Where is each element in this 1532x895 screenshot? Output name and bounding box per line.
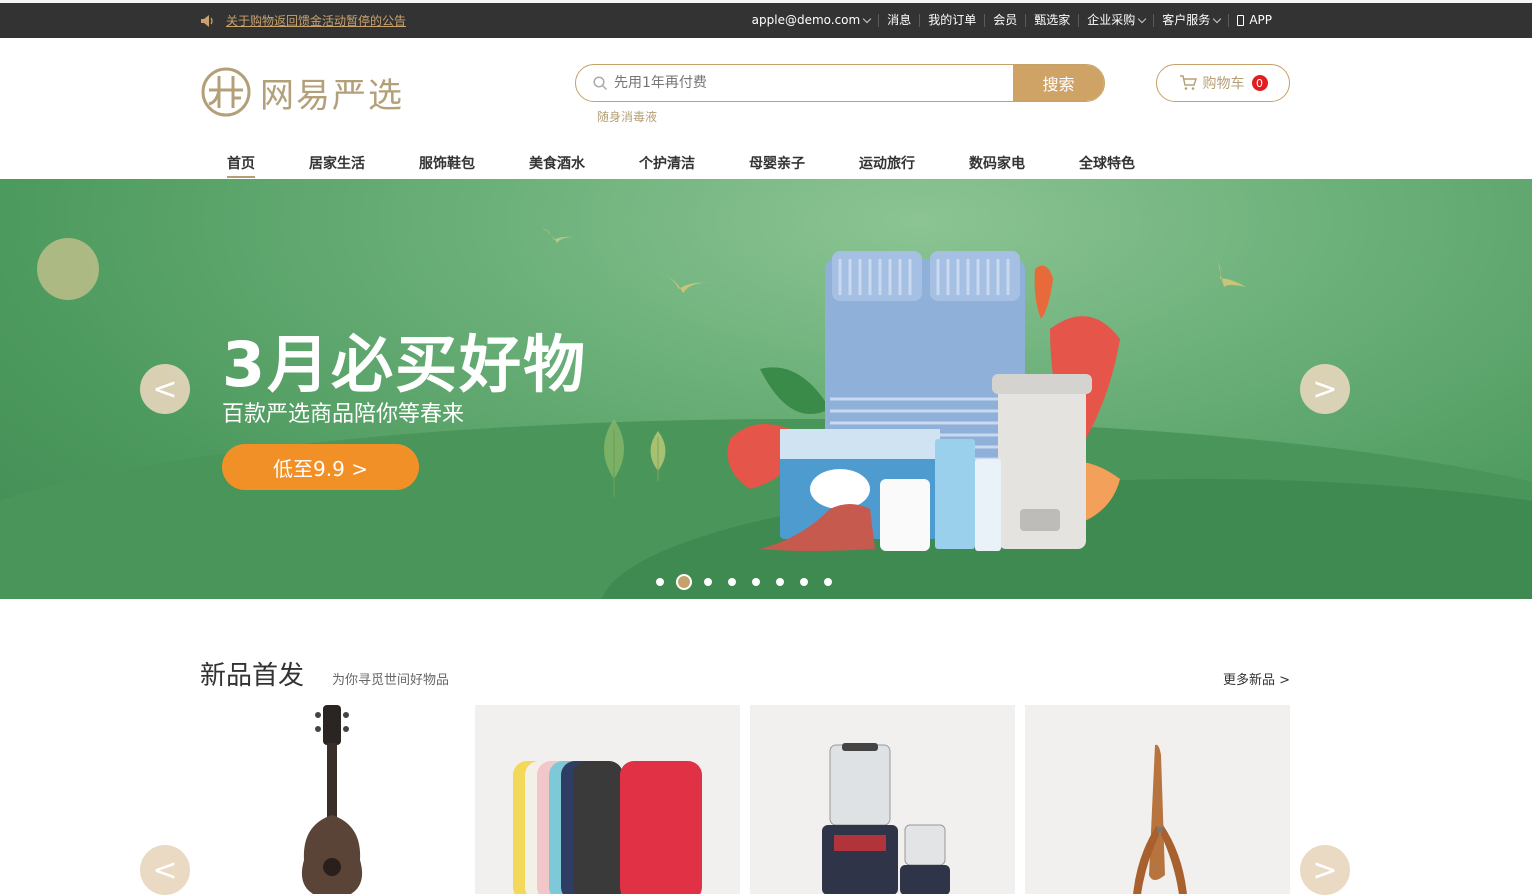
product-card[interactable] [475,705,740,894]
selector-label: 甄选家 [1034,13,1071,27]
banner-dot[interactable] [704,578,712,586]
product-card[interactable] [750,705,1015,894]
chevron-down-icon [862,14,872,23]
messages-label: 消息 [887,13,912,27]
product-image-phone-cases [513,761,702,894]
banner-dot[interactable] [656,578,664,586]
top-bar: 关于购物返回馈金活动暂停的公告 apple@demo.com 消息 我的订单 会… [0,0,1532,38]
banner-dot[interactable] [752,578,760,586]
nav-item-apparel[interactable]: 服饰鞋包 [392,150,502,178]
product-image-ukulele [301,705,363,894]
logo-text: 网易严选 [260,75,404,116]
chevron-down-icon [1138,14,1147,23]
nav-item-home[interactable]: 首页 [200,150,282,178]
top-links: apple@demo.com 消息 我的订单 会员 甄选家 企业采购 客户服务 … [744,3,1280,38]
app-link[interactable]: APP [1228,14,1280,27]
bird-icon [542,228,574,243]
banner-dot[interactable] [800,578,808,586]
selector-link[interactable]: 甄选家 [1025,14,1078,27]
banner-dot[interactable] [824,578,832,586]
banner-title: 3月必买好物 [222,328,588,401]
nav-item-sports[interactable]: 运动旅行 [832,150,942,178]
product-image-wooden-tongs [1133,744,1187,894]
banner-dot[interactable] [776,578,784,586]
banner-prev-button[interactable]: < [140,364,190,414]
account-menu[interactable]: apple@demo.com [744,14,879,27]
my-orders-label: 我的订单 [928,13,977,27]
cart-count-badge: 0 [1251,75,1268,91]
search-input[interactable] [576,65,1013,101]
logo-icon [201,67,251,117]
notice: 关于购物返回馈金活动暂停的公告 [200,3,406,38]
customer-service-menu[interactable]: 客户服务 [1153,14,1228,27]
cart-icon [1179,75,1197,90]
my-orders-link[interactable]: 我的订单 [919,14,984,27]
hot-keyword[interactable]: 随身消毒液 [597,108,657,125]
banner-dot-active[interactable] [676,574,692,590]
search-box: 搜索 [575,64,1105,102]
leaf-icon [604,419,624,497]
section-subtitle: 为你寻觅世间好物品 [332,673,450,688]
nav-item-food[interactable]: 美食酒水 [502,150,612,178]
nav-item-electronics[interactable]: 数码家电 [942,150,1052,178]
member-link[interactable]: 会员 [984,14,1025,27]
banner-pagination [656,574,848,590]
product-image-blender [822,743,950,894]
logo[interactable]: 网易严选 [200,66,404,118]
messages-link[interactable]: 消息 [878,14,919,27]
nav-item-baby[interactable]: 母婴亲子 [722,150,832,178]
enterprise-menu[interactable]: 企业采购 [1078,14,1153,27]
phone-icon [1237,15,1245,26]
notice-link[interactable]: 关于购物返回馈金活动暂停的公告 [226,12,406,29]
banner-product-illustration [727,251,1120,551]
banner-next-button[interactable]: > [1300,364,1350,414]
app-label: APP [1249,13,1272,27]
account-email: apple@demo.com [751,13,861,27]
cart-button[interactable]: 购物车 0 [1156,64,1290,102]
leaf-icon [650,431,666,481]
enterprise-label: 企业采购 [1087,13,1136,27]
banner-subtitle: 百款严选商品陪你等春来 [222,402,465,427]
search-icon [593,76,608,91]
nav-item-global[interactable]: 全球特色 [1052,150,1162,178]
cart-label: 购物车 [1202,76,1245,92]
bird-icon [657,271,713,293]
member-label: 会员 [993,13,1018,27]
chevron-down-icon [1213,14,1222,23]
hero-banner[interactable]: 3月必买好物 百款严选商品陪你等春来 低至9.9 > < > [0,179,1532,599]
section-title: 新品首发 [200,661,305,691]
banner-cta-button[interactable]: 低至9.9 > [222,444,419,490]
product-card[interactable] [1025,705,1290,894]
banner-dot[interactable] [728,578,736,586]
nav-item-home-living[interactable]: 居家生活 [282,150,392,178]
nav-item-personal-care[interactable]: 个护清洁 [612,150,722,178]
speaker-icon [201,14,213,27]
banner-sun [37,238,99,300]
products-prev-button[interactable]: < [140,845,190,895]
products-next-button[interactable]: > [1300,845,1350,895]
product-card[interactable] [200,705,465,894]
more-new-products-link[interactable]: 更多新品 > [1223,669,1290,688]
customer-service-label: 客户服务 [1162,13,1211,27]
bird-icon [1218,261,1246,287]
category-nav: 首页 居家生活 服饰鞋包 美食酒水 个护清洁 母婴亲子 运动旅行 数码家电 全球… [200,150,1162,178]
search-button[interactable]: 搜索 [1013,65,1104,101]
